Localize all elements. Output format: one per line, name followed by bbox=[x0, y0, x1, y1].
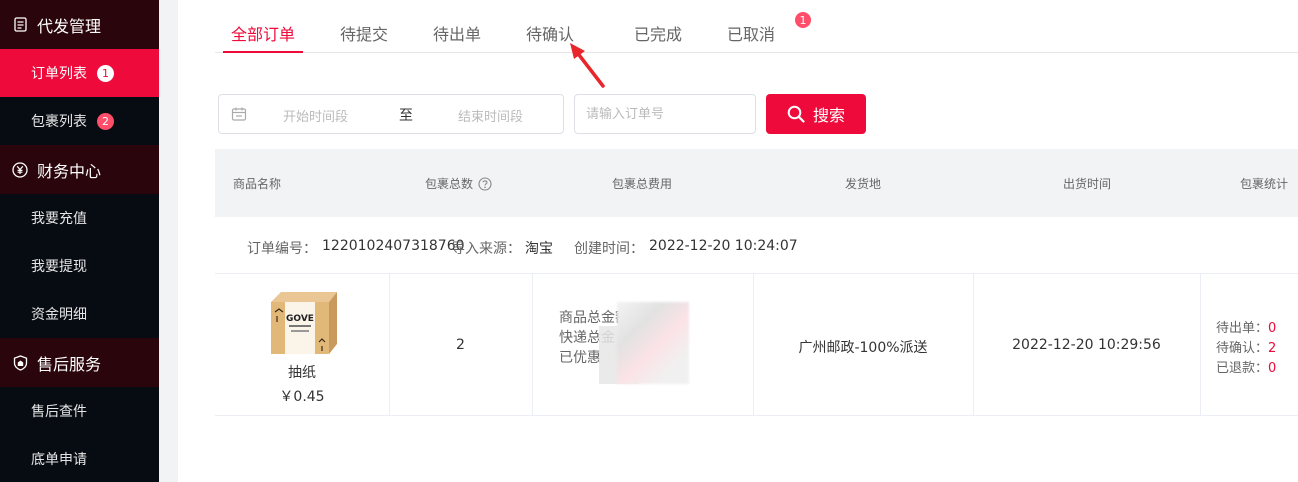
sidebar-item-recharge[interactable]: 我要充值 bbox=[0, 194, 159, 242]
column-header-product: 商品名称 bbox=[233, 177, 282, 191]
created-time: 2022-12-20 10:24:07 bbox=[649, 238, 798, 254]
sidebar-item-after-sales-tracking[interactable]: 售后查件 bbox=[0, 387, 159, 435]
start-date-input[interactable]: 开始时间段 bbox=[283, 106, 348, 125]
column-header-package-count: 包裹总数 bbox=[425, 175, 492, 192]
order-number-input[interactable] bbox=[574, 94, 756, 134]
end-date-input[interactable]: 结束时间段 bbox=[458, 106, 523, 125]
shipping-origin: 广州邮政-100%派送 bbox=[798, 340, 928, 356]
count-badge: 1 bbox=[97, 64, 114, 82]
tab-pending-issue[interactable]: 待出单 bbox=[433, 21, 481, 45]
stat-refunded: 已退款：0 bbox=[1216, 357, 1276, 376]
product-name: 抽纸 bbox=[288, 365, 316, 381]
column-header-package-fee: 包裹总费用 bbox=[612, 177, 673, 191]
tab-pending-submit[interactable]: 待提交 bbox=[340, 21, 388, 45]
date-range-picker[interactable]: 开始时间段 至 结束时间段 bbox=[218, 94, 564, 134]
count-badge: 2 bbox=[97, 112, 114, 130]
shield-icon bbox=[12, 354, 28, 371]
sidebar-group-label: 售后服务 bbox=[37, 354, 102, 374]
sidebar-item-fund-details[interactable]: 资金明细 bbox=[0, 290, 159, 338]
tab-all-orders[interactable]: 全部订单 bbox=[231, 21, 295, 45]
tab-count-badge: 1 bbox=[795, 12, 811, 28]
search-icon bbox=[787, 105, 805, 123]
calendar-icon bbox=[231, 106, 247, 126]
range-separator: 至 bbox=[399, 108, 413, 124]
sidebar-item-receipt-request[interactable]: 底单申请 bbox=[0, 435, 159, 482]
sidebar-item-label: 订单列表 bbox=[31, 66, 87, 82]
table-row: GOVE 抽纸 ￥0.45 2 商品总金额 快递总金 已优惠 广州邮政-100%… bbox=[215, 274, 1298, 416]
order-number-label: 订单编号： bbox=[247, 241, 317, 257]
search-button[interactable]: 搜索 bbox=[766, 94, 866, 134]
stat-label: 待出单： bbox=[1216, 321, 1269, 336]
stat-label: 待确认： bbox=[1216, 341, 1269, 356]
sidebar-item-label: 底单申请 bbox=[31, 452, 87, 468]
stat-label: 已退款： bbox=[1216, 361, 1269, 376]
column-header-ship-time: 出货时间 bbox=[1063, 177, 1112, 191]
column-divider bbox=[532, 274, 533, 416]
content-gutter bbox=[159, 0, 178, 482]
stat-value: 2 bbox=[1268, 341, 1277, 356]
package-count: 2 bbox=[456, 337, 465, 353]
product-price: ￥0.45 bbox=[279, 389, 325, 405]
stat-value: 0 bbox=[1268, 321, 1277, 336]
sidebar-item-package-list[interactable]: 包裹列表 2 bbox=[0, 97, 159, 145]
search-button-label: 搜索 bbox=[812, 106, 845, 125]
created-time-label: 创建时间： bbox=[574, 241, 644, 257]
order-number: 1220102407318760 bbox=[322, 238, 465, 254]
sidebar-item-label: 我要提现 bbox=[31, 259, 87, 275]
order-info-row: 订单编号： 1220102407318760 导入来源： 淘宝 创建时间： 20… bbox=[215, 217, 1298, 274]
tab-cancelled[interactable]: 已取消 bbox=[727, 21, 775, 45]
annotation-arrow-icon bbox=[570, 43, 605, 88]
sidebar-item-label: 包裹列表 bbox=[31, 114, 87, 130]
redacted-area bbox=[617, 302, 689, 384]
help-icon[interactable] bbox=[478, 176, 492, 191]
stat-pending-confirm: 待确认：2 bbox=[1216, 337, 1276, 356]
sidebar-item-order-list[interactable]: 订单列表 1 bbox=[0, 49, 159, 97]
sidebar-item-label: 资金明细 bbox=[31, 307, 87, 323]
yen-icon bbox=[12, 161, 28, 178]
sidebar-item-label: 售后查件 bbox=[31, 404, 87, 420]
document-icon bbox=[12, 17, 28, 33]
discount-amount: 已优惠 bbox=[559, 350, 601, 366]
column-header-label: 包裹总数 bbox=[425, 177, 474, 191]
column-divider bbox=[1200, 274, 1201, 416]
sidebar-group-label: 财务中心 bbox=[37, 161, 102, 181]
sidebar-group-label: 代发管理 bbox=[37, 16, 102, 36]
sidebar-group-finance[interactable]: 财务中心 bbox=[0, 145, 159, 194]
sidebar-item-withdraw[interactable]: 我要提现 bbox=[0, 242, 159, 290]
tab-completed[interactable]: 已完成 bbox=[634, 21, 682, 45]
product-image[interactable]: GOVE bbox=[267, 288, 339, 356]
ship-time: 2022-12-20 10:29:56 bbox=[1012, 337, 1161, 353]
import-source: 淘宝 bbox=[525, 241, 553, 257]
sidebar-item-label: 我要充值 bbox=[31, 211, 87, 227]
sidebar-group-dispatch[interactable]: 代发管理 bbox=[0, 0, 159, 49]
column-header-origin: 发货地 bbox=[845, 177, 882, 191]
stat-pending-issue: 待出单：0 bbox=[1216, 317, 1276, 336]
order-status-tabs: 全部订单 待提交 待出单 待确认 1 已完成 已取消 bbox=[215, 0, 1298, 53]
import-source-label: 导入来源： bbox=[451, 241, 521, 257]
active-tab-indicator bbox=[223, 51, 303, 53]
svg-text:GOVE: GOVE bbox=[286, 314, 314, 324]
table-header: 商品名称 包裹总数 包裹总费用 发货地 出货时间 包裹统计 bbox=[215, 149, 1298, 217]
stat-value: 0 bbox=[1268, 361, 1277, 376]
sidebar: 代发管理 订单列表 1 包裹列表 2 财务中心 我要充值 我要提现 资金明细 售… bbox=[0, 0, 159, 482]
sidebar-group-after-sales[interactable]: 售后服务 bbox=[0, 338, 159, 387]
column-header-package-stats: 包裹统计 bbox=[1240, 177, 1289, 191]
